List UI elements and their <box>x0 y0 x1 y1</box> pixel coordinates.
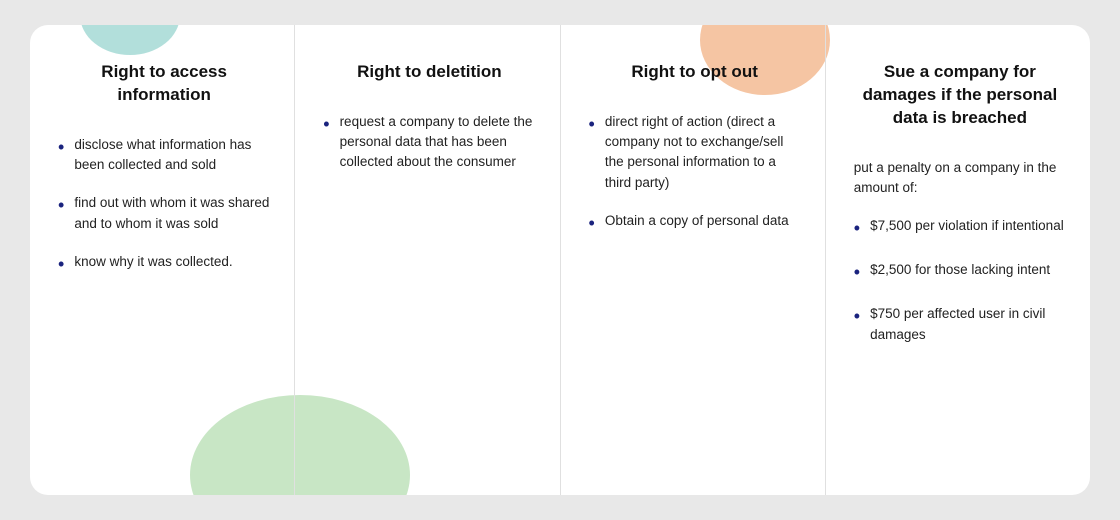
penalty-intro: put a penalty on a company in the amount… <box>854 158 1066 199</box>
list-item: $2,500 for those lacking intent <box>854 260 1066 286</box>
col-deletion-list: request a company to delete the personal… <box>323 112 535 173</box>
list-item: direct right of action (direct a company… <box>589 112 801 193</box>
col-optout-list: direct right of action (direct a company… <box>589 112 801 237</box>
col-sue-list: $7,500 per violation if intentional $2,5… <box>854 216 1066 345</box>
col-access: Right to access information disclose wha… <box>30 25 295 495</box>
main-card: Right to access information disclose wha… <box>30 25 1090 495</box>
list-item: Obtain a copy of personal data <box>589 211 801 237</box>
col-optout-title: Right to opt out <box>589 61 801 84</box>
col-optout: Right to opt out direct right of action … <box>561 25 826 495</box>
list-item: disclose what information has been colle… <box>58 135 270 176</box>
list-item: find out with whom it was shared and to … <box>58 193 270 234</box>
col-deletion: Right to deletition request a company to… <box>295 25 560 495</box>
list-item: know why it was collected. <box>58 252 270 278</box>
col-sue-title: Sue a company for damages if the persona… <box>854 61 1066 130</box>
list-item: $750 per affected user in civil damages <box>854 304 1066 345</box>
col-deletion-title: Right to deletition <box>323 61 535 84</box>
list-item: $7,500 per violation if intentional <box>854 216 1066 242</box>
col-access-list: disclose what information has been colle… <box>58 135 270 278</box>
columns-container: Right to access information disclose wha… <box>30 25 1090 495</box>
col-sue: Sue a company for damages if the persona… <box>826 25 1090 495</box>
list-item: request a company to delete the personal… <box>323 112 535 173</box>
col-access-title: Right to access information <box>58 61 270 107</box>
